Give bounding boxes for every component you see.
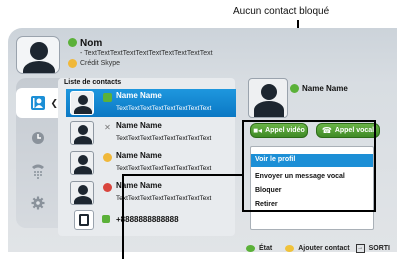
sidebar-item-dialpad[interactable] xyxy=(16,156,60,186)
contact-message: TextTextTextTextTextTextTextText xyxy=(116,135,212,142)
avatar-body xyxy=(74,106,92,114)
user-avatar[interactable] xyxy=(16,36,60,74)
lower-callout-line-horizontal xyxy=(122,174,243,176)
phone-number: +8888888888888 xyxy=(116,215,179,224)
contact-message: TextTextTextTextTextTextTextText xyxy=(116,105,212,112)
avatar-head xyxy=(78,125,88,135)
add-contact-button[interactable]: Ajouter contact xyxy=(298,245,349,252)
avatar-body xyxy=(74,196,92,204)
sidebar-item-settings[interactable] xyxy=(16,188,60,218)
chevron-left-icon: ❮ xyxy=(50,97,58,108)
sidebar-item-history[interactable] xyxy=(16,123,60,153)
avatar-head xyxy=(78,155,88,165)
avatar-body xyxy=(254,101,284,117)
state-icon xyxy=(246,245,255,252)
user-name: Nom xyxy=(80,38,103,49)
contact-row[interactable]: Name Name TextTextTextTextTextTextTextTe… xyxy=(66,149,236,177)
skype-credit: Crédit Skype xyxy=(80,60,121,67)
online-status-icon xyxy=(68,38,77,47)
exit-button[interactable]: SORTI xyxy=(369,245,390,252)
contact-list-title: Liste de contacts xyxy=(64,79,122,86)
contact-list-panel: Liste de contacts Name Name TextTextText… xyxy=(58,78,236,236)
contact-avatar xyxy=(70,121,94,145)
avatar-head xyxy=(78,95,88,105)
avatar-body xyxy=(74,166,92,174)
contact-row[interactable]: Name Name TextTextTextTextTextTextTextTe… xyxy=(66,179,236,207)
avatar-head xyxy=(261,84,277,100)
avatar-body xyxy=(23,61,55,73)
contact-row[interactable]: ✕ Name Name TextTextTextTextTextTextText… xyxy=(66,119,236,147)
detail-avatar xyxy=(248,78,288,118)
sidebar: ❮ xyxy=(16,78,60,228)
sidebar-item-contacts[interactable]: ❮ xyxy=(16,88,60,118)
phone-contact-row[interactable]: +8888888888888 xyxy=(66,209,236,231)
phone-status-icon xyxy=(102,215,110,223)
contacts-icon xyxy=(31,96,45,110)
contact-name: Name Name xyxy=(116,151,162,160)
contact-name: Name Name xyxy=(116,121,162,130)
contact-avatar xyxy=(70,151,94,175)
busy-status-icon xyxy=(103,183,112,192)
contact-row[interactable]: Name Name TextTextTextTextTextTextTextTe… xyxy=(66,89,236,117)
contact-avatar xyxy=(70,181,94,205)
avatar-head xyxy=(78,185,88,195)
user-status-message: - TextTextTextTextTextTextTextTextTextTe… xyxy=(80,50,213,57)
contact-message: TextTextTextTextTextTextTextText xyxy=(116,195,212,202)
add-contact-icon xyxy=(285,245,295,252)
lower-callout-line-vertical xyxy=(122,174,124,259)
gear-icon xyxy=(31,196,45,210)
callout-highlight-box xyxy=(242,120,376,212)
detail-contact-name: Name Name xyxy=(302,84,348,93)
footer-bar: État Ajouter contact → SORTI xyxy=(246,244,390,253)
credit-icon xyxy=(68,59,77,68)
exit-icon: → xyxy=(355,244,365,253)
offline-status-icon: ✕ xyxy=(104,123,111,132)
online-status-icon xyxy=(103,93,112,102)
avatar-head xyxy=(30,42,48,60)
contact-name: Name Name xyxy=(116,91,162,100)
callout-label: Aucun contact bloqué xyxy=(233,6,330,17)
state-button[interactable]: État xyxy=(259,245,272,252)
away-status-icon xyxy=(103,153,112,162)
phone-device-icon xyxy=(74,210,94,230)
clock-icon xyxy=(32,132,44,144)
phone-dialpad-icon xyxy=(32,164,44,179)
contact-avatar xyxy=(70,91,94,115)
avatar-body xyxy=(74,136,92,144)
online-status-icon xyxy=(290,84,299,93)
contact-message: TextTextTextTextTextTextTextText xyxy=(116,165,212,172)
